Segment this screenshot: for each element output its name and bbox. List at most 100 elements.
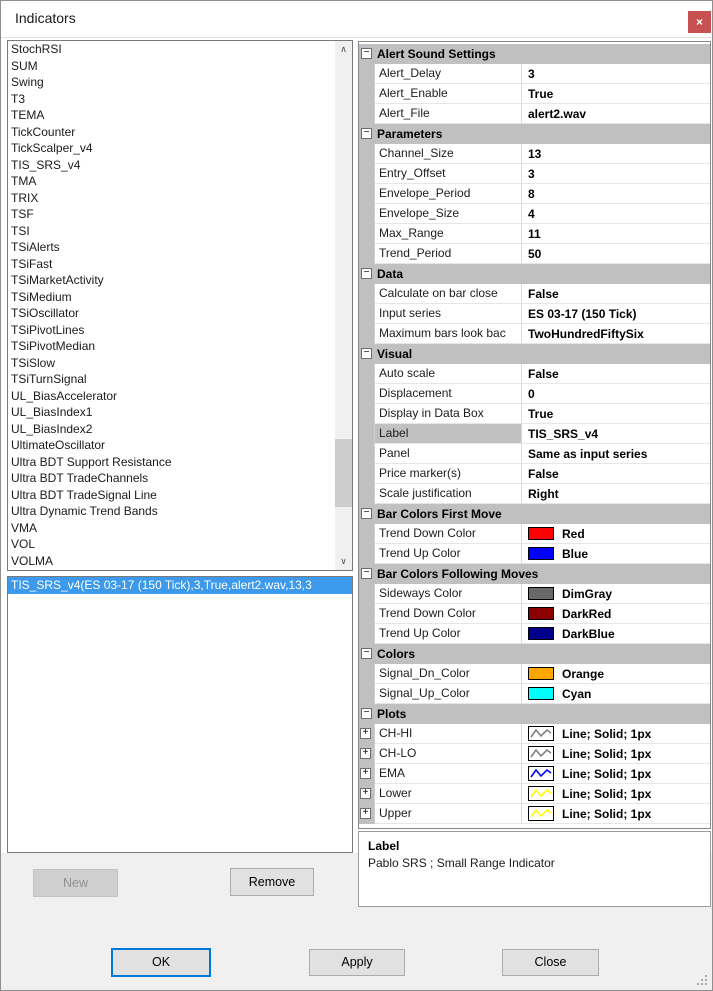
property-value[interactable]: DarkRed xyxy=(522,604,710,624)
property-row[interactable]: Sideways ColorDimGray xyxy=(359,584,710,604)
property-name[interactable]: Trend Up Color xyxy=(375,624,522,644)
indicator-list-item[interactable]: TSiMedium xyxy=(8,289,335,306)
property-row[interactable]: Displacement0 xyxy=(359,384,710,404)
property-row[interactable]: LabelTIS_SRS_v4 xyxy=(359,424,710,444)
property-value[interactable]: Line; Solid; 1px xyxy=(522,784,710,804)
property-value[interactable]: Line; Solid; 1px xyxy=(522,724,710,744)
scroll-down-icon[interactable]: ∨ xyxy=(335,553,352,570)
property-name[interactable]: Trend_Period xyxy=(375,244,522,264)
property-row[interactable]: Signal_Dn_ColorOrange xyxy=(359,664,710,684)
remove-button[interactable]: Remove xyxy=(230,868,314,896)
property-value[interactable]: TIS_SRS_v4 xyxy=(522,424,710,444)
property-row[interactable]: Input seriesES 03-17 (150 Tick) xyxy=(359,304,710,324)
property-row[interactable]: Max_Range11 xyxy=(359,224,710,244)
property-name[interactable]: Alert_File xyxy=(375,104,522,124)
property-name[interactable]: Trend Up Color xyxy=(375,544,522,564)
property-row[interactable]: Maximum bars look bacTwoHundredFiftySix xyxy=(359,324,710,344)
property-name[interactable]: Signal_Dn_Color xyxy=(375,664,522,684)
section-header[interactable]: −Data xyxy=(359,264,710,284)
indicator-list-item[interactable]: TSiAlerts xyxy=(8,239,335,256)
property-name[interactable]: Input series xyxy=(375,304,522,324)
property-value[interactable]: DarkBlue xyxy=(522,624,710,644)
property-name[interactable]: Entry_Offset xyxy=(375,164,522,184)
property-row[interactable]: Price marker(s)False xyxy=(359,464,710,484)
section-header[interactable]: −Colors xyxy=(359,644,710,664)
property-value[interactable]: Blue xyxy=(522,544,710,564)
scrollbar-thumb[interactable] xyxy=(335,439,352,507)
property-row[interactable]: Alert_EnableTrue xyxy=(359,84,710,104)
property-value[interactable]: False xyxy=(522,364,710,384)
indicator-list-item[interactable]: TickScalper_v4 xyxy=(8,140,335,157)
indicator-list-item[interactable]: TRIX xyxy=(8,190,335,207)
indicator-list-item[interactable]: TSiFast xyxy=(8,256,335,273)
indicator-list-item[interactable]: Ultra BDT TradeChannels xyxy=(8,470,335,487)
indicator-list-item[interactable]: TSiPivotMedian xyxy=(8,338,335,355)
section-header[interactable]: −Alert Sound Settings xyxy=(359,44,710,64)
ok-button[interactable]: OK xyxy=(111,948,211,977)
indicator-list-item[interactable]: VOL xyxy=(8,536,335,553)
indicator-list-item[interactable]: UL_BiasIndex1 xyxy=(8,404,335,421)
property-value[interactable]: Orange xyxy=(522,664,710,684)
expand-icon[interactable]: + xyxy=(360,768,371,779)
collapse-icon[interactable]: − xyxy=(361,48,372,59)
collapse-icon[interactable]: − xyxy=(361,568,372,579)
property-row[interactable]: +LowerLine; Solid; 1px xyxy=(359,784,710,804)
property-name[interactable]: Envelope_Period xyxy=(375,184,522,204)
property-row[interactable]: Alert_Delay3 xyxy=(359,64,710,84)
property-value[interactable]: 3 xyxy=(522,64,710,84)
scroll-up-icon[interactable]: ∧ xyxy=(335,41,352,58)
property-value[interactable]: Line; Solid; 1px xyxy=(522,764,710,784)
property-row[interactable]: Display in Data BoxTrue xyxy=(359,404,710,424)
property-name[interactable]: Panel xyxy=(375,444,522,464)
property-value[interactable]: True xyxy=(522,404,710,424)
indicator-list-item[interactable]: TSiPivotLines xyxy=(8,322,335,339)
property-name[interactable]: Envelope_Size xyxy=(375,204,522,224)
property-row[interactable]: +CH-HILine; Solid; 1px xyxy=(359,724,710,744)
property-value[interactable]: ES 03-17 (150 Tick) xyxy=(522,304,710,324)
indicator-list-item[interactable]: UL_BiasAccelerator xyxy=(8,388,335,405)
property-value[interactable]: 8 xyxy=(522,184,710,204)
property-name[interactable]: Calculate on bar close xyxy=(375,284,522,304)
indicator-listbox[interactable]: StochRSISUMSwingT3TEMATickCounterTickSca… xyxy=(7,40,353,571)
property-value[interactable]: Right xyxy=(522,484,710,504)
collapse-icon[interactable]: − xyxy=(361,708,372,719)
property-row[interactable]: + CH-LOLine; Solid; 1px xyxy=(359,744,710,764)
property-value[interactable]: 0 xyxy=(522,384,710,404)
indicator-list-item[interactable]: TSiSlow xyxy=(8,355,335,372)
property-value[interactable]: 13 xyxy=(522,144,710,164)
selected-indicators-listbox[interactable]: TIS_SRS_v4(ES 03-17 (150 Tick),3,True,al… xyxy=(7,576,353,853)
property-name[interactable]: Lower xyxy=(375,784,522,804)
expand-icon[interactable]: + xyxy=(360,748,371,759)
expand-icon[interactable]: + xyxy=(360,808,371,819)
close-button[interactable]: Close xyxy=(502,949,599,976)
indicator-list-item[interactable]: TIS_SRS_v4 xyxy=(8,157,335,174)
property-row[interactable]: Scale justificationRight xyxy=(359,484,710,504)
property-row[interactable]: Trend_Period50 xyxy=(359,244,710,264)
property-row[interactable]: Trend Up ColorDarkBlue xyxy=(359,624,710,644)
property-row[interactable]: Alert_Filealert2.wav xyxy=(359,104,710,124)
indicator-list-item[interactable]: T3 xyxy=(8,91,335,108)
collapse-icon[interactable]: − xyxy=(361,648,372,659)
property-value[interactable]: 3 xyxy=(522,164,710,184)
collapse-icon[interactable]: − xyxy=(361,348,372,359)
section-header[interactable]: −Plots xyxy=(359,704,710,724)
property-value[interactable]: 50 xyxy=(522,244,710,264)
property-value[interactable]: False xyxy=(522,284,710,304)
property-value[interactable]: Red xyxy=(522,524,710,544)
property-value[interactable]: Line; Solid; 1px xyxy=(522,744,710,764)
property-row[interactable]: Signal_Up_ColorCyan xyxy=(359,684,710,704)
property-value[interactable]: False xyxy=(522,464,710,484)
indicator-list-scrollbar[interactable]: ∧ ∨ xyxy=(335,41,352,570)
property-name[interactable]: Displacement xyxy=(375,384,522,404)
property-name[interactable]: Auto scale xyxy=(375,364,522,384)
expand-icon[interactable]: + xyxy=(360,728,371,739)
property-row[interactable]: Auto scaleFalse xyxy=(359,364,710,384)
indicator-list-item[interactable]: SUM xyxy=(8,58,335,75)
property-name[interactable]: CH-LO xyxy=(375,744,522,764)
close-icon[interactable]: × xyxy=(688,11,711,33)
section-header[interactable]: −Visual xyxy=(359,344,710,364)
property-name[interactable]: Display in Data Box xyxy=(375,404,522,424)
property-row[interactable]: +EMALine; Solid; 1px xyxy=(359,764,710,784)
apply-button[interactable]: Apply xyxy=(309,949,405,976)
new-button[interactable]: New xyxy=(33,869,118,897)
